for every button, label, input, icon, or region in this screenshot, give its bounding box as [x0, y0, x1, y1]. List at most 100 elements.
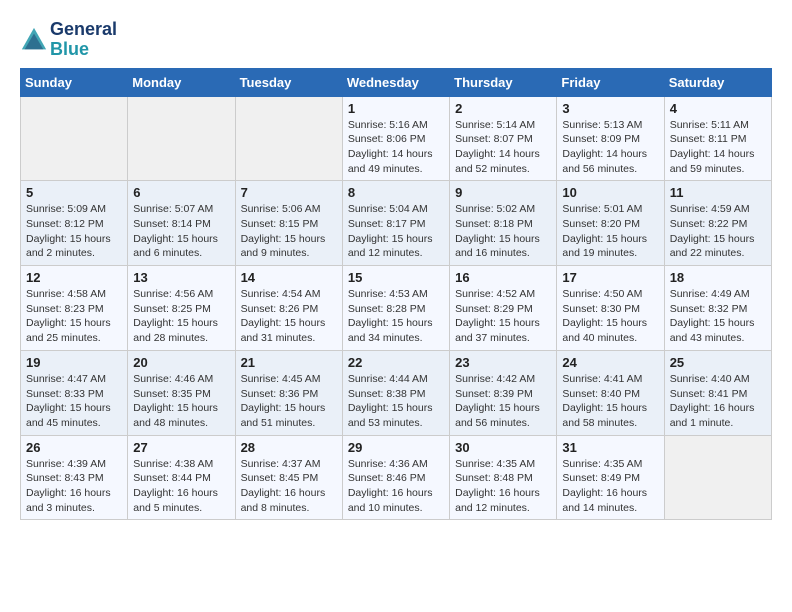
week-row-1: 1 Sunrise: 5:16 AMSunset: 8:06 PMDaylight… — [21, 96, 772, 181]
logo: GeneralBlue — [20, 20, 117, 60]
day-info: Sunrise: 4:41 AMSunset: 8:40 PMDaylight:… — [562, 372, 658, 431]
day-cell: 8 Sunrise: 5:04 AMSunset: 8:17 PMDaylight… — [342, 181, 449, 266]
weekday-row: SundayMondayTuesdayWednesdayThursdayFrid… — [21, 68, 772, 96]
day-cell — [21, 96, 128, 181]
day-cell: 1 Sunrise: 5:16 AMSunset: 8:06 PMDaylight… — [342, 96, 449, 181]
day-info: Sunrise: 4:52 AMSunset: 8:29 PMDaylight:… — [455, 287, 551, 346]
day-cell: 4 Sunrise: 5:11 AMSunset: 8:11 PMDaylight… — [664, 96, 771, 181]
day-info: Sunrise: 4:54 AMSunset: 8:26 PMDaylight:… — [241, 287, 337, 346]
day-number: 10 — [562, 185, 658, 200]
day-info: Sunrise: 5:11 AMSunset: 8:11 PMDaylight:… — [670, 118, 766, 177]
weekday-header-saturday: Saturday — [664, 68, 771, 96]
day-cell: 22Sunrise: 4:44 AMSunset: 8:38 PMDayligh… — [342, 350, 449, 435]
day-info: Sunrise: 4:42 AMSunset: 8:39 PMDaylight:… — [455, 372, 551, 431]
day-info: Sunrise: 5:01 AMSunset: 8:20 PMDaylight:… — [562, 202, 658, 261]
weekday-header-friday: Friday — [557, 68, 664, 96]
calendar-body: 1 Sunrise: 5:16 AMSunset: 8:06 PMDaylight… — [21, 96, 772, 520]
day-cell: 11 Sunrise: 4:59 AMSunset: 8:22 PMDayligh… — [664, 181, 771, 266]
day-number: 27 — [133, 440, 229, 455]
day-number: 30 — [455, 440, 551, 455]
day-cell: 16 Sunrise: 4:52 AMSunset: 8:29 PMDayligh… — [450, 266, 557, 351]
day-info: Sunrise: 4:44 AMSunset: 8:38 PMDaylight:… — [348, 372, 444, 431]
day-cell: 19 Sunrise: 4:47 AMSunset: 8:33 PMDayligh… — [21, 350, 128, 435]
day-number: 11 — [670, 185, 766, 200]
calendar-table: SundayMondayTuesdayWednesdayThursdayFrid… — [20, 68, 772, 521]
day-cell: 14 Sunrise: 4:54 AMSunset: 8:26 PMDayligh… — [235, 266, 342, 351]
day-cell: 13Sunrise: 4:56 AMSunset: 8:25 PMDayligh… — [128, 266, 235, 351]
day-info: Sunrise: 4:53 AMSunset: 8:28 PMDaylight:… — [348, 287, 444, 346]
day-cell — [128, 96, 235, 181]
day-cell: 26Sunrise: 4:39 AMSunset: 8:43 PMDayligh… — [21, 435, 128, 520]
day-number: 4 — [670, 101, 766, 116]
day-info: Sunrise: 5:06 AMSunset: 8:15 PMDaylight:… — [241, 202, 337, 261]
day-number: 23 — [455, 355, 551, 370]
day-cell: 28 Sunrise: 4:37 AMSunset: 8:45 PMDayligh… — [235, 435, 342, 520]
day-info: Sunrise: 5:13 AMSunset: 8:09 PMDaylight:… — [562, 118, 658, 177]
day-number: 31 — [562, 440, 658, 455]
weekday-header-tuesday: Tuesday — [235, 68, 342, 96]
week-row-4: 19 Sunrise: 4:47 AMSunset: 8:33 PMDayligh… — [21, 350, 772, 435]
day-info: Sunrise: 4:45 AMSunset: 8:36 PMDaylight:… — [241, 372, 337, 431]
day-number: 25 — [670, 355, 766, 370]
day-number: 18 — [670, 270, 766, 285]
day-cell: 20Sunrise: 4:46 AMSunset: 8:35 PMDayligh… — [128, 350, 235, 435]
day-info: Sunrise: 4:38 AMSunset: 8:44 PMDaylight:… — [133, 457, 229, 516]
day-cell: 15 Sunrise: 4:53 AMSunset: 8:28 PMDayligh… — [342, 266, 449, 351]
day-info: Sunrise: 5:09 AMSunset: 8:12 PMDaylight:… — [26, 202, 122, 261]
day-number: 19 — [26, 355, 122, 370]
day-number: 2 — [455, 101, 551, 116]
day-info: Sunrise: 4:37 AMSunset: 8:45 PMDaylight:… — [241, 457, 337, 516]
day-number: 14 — [241, 270, 337, 285]
page-header: GeneralBlue — [20, 20, 772, 60]
day-number: 3 — [562, 101, 658, 116]
day-number: 15 — [348, 270, 444, 285]
day-number: 28 — [241, 440, 337, 455]
day-cell: 2 Sunrise: 5:14 AMSunset: 8:07 PMDaylight… — [450, 96, 557, 181]
day-cell — [235, 96, 342, 181]
day-cell: 5 Sunrise: 5:09 AMSunset: 8:12 PMDaylight… — [21, 181, 128, 266]
day-info: Sunrise: 4:46 AMSunset: 8:35 PMDaylight:… — [133, 372, 229, 431]
day-info: Sunrise: 4:50 AMSunset: 8:30 PMDaylight:… — [562, 287, 658, 346]
logo-text: GeneralBlue — [50, 20, 117, 60]
day-number: 8 — [348, 185, 444, 200]
day-info: Sunrise: 4:47 AMSunset: 8:33 PMDaylight:… — [26, 372, 122, 431]
day-number: 9 — [455, 185, 551, 200]
day-cell: 6 Sunrise: 5:07 AMSunset: 8:14 PMDaylight… — [128, 181, 235, 266]
day-info: Sunrise: 4:56 AMSunset: 8:25 PMDaylight:… — [133, 287, 229, 346]
day-info: Sunrise: 5:02 AMSunset: 8:18 PMDaylight:… — [455, 202, 551, 261]
day-info: Sunrise: 4:36 AMSunset: 8:46 PMDaylight:… — [348, 457, 444, 516]
day-info: Sunrise: 4:35 AMSunset: 8:49 PMDaylight:… — [562, 457, 658, 516]
day-cell: 30 Sunrise: 4:35 AMSunset: 8:48 PMDayligh… — [450, 435, 557, 520]
day-cell: 7 Sunrise: 5:06 AMSunset: 8:15 PMDaylight… — [235, 181, 342, 266]
weekday-header-wednesday: Wednesday — [342, 68, 449, 96]
day-number: 24 — [562, 355, 658, 370]
day-cell: 27 Sunrise: 4:38 AMSunset: 8:44 PMDayligh… — [128, 435, 235, 520]
weekday-header-thursday: Thursday — [450, 68, 557, 96]
day-number: 21 — [241, 355, 337, 370]
day-info: Sunrise: 5:04 AMSunset: 8:17 PMDaylight:… — [348, 202, 444, 261]
day-info: Sunrise: 5:14 AMSunset: 8:07 PMDaylight:… — [455, 118, 551, 177]
day-info: Sunrise: 5:16 AMSunset: 8:06 PMDaylight:… — [348, 118, 444, 177]
day-cell: 29 Sunrise: 4:36 AMSunset: 8:46 PMDayligh… — [342, 435, 449, 520]
day-number: 5 — [26, 185, 122, 200]
day-info: Sunrise: 4:59 AMSunset: 8:22 PMDaylight:… — [670, 202, 766, 261]
logo-icon — [20, 26, 48, 54]
day-number: 7 — [241, 185, 337, 200]
day-cell: 10 Sunrise: 5:01 AMSunset: 8:20 PMDayligh… — [557, 181, 664, 266]
week-row-5: 26Sunrise: 4:39 AMSunset: 8:43 PMDayligh… — [21, 435, 772, 520]
day-cell: 24 Sunrise: 4:41 AMSunset: 8:40 PMDayligh… — [557, 350, 664, 435]
day-info: Sunrise: 4:49 AMSunset: 8:32 PMDaylight:… — [670, 287, 766, 346]
day-number: 16 — [455, 270, 551, 285]
day-info: Sunrise: 4:35 AMSunset: 8:48 PMDaylight:… — [455, 457, 551, 516]
day-info: Sunrise: 4:58 AMSunset: 8:23 PMDaylight:… — [26, 287, 122, 346]
weekday-header-sunday: Sunday — [21, 68, 128, 96]
day-number: 1 — [348, 101, 444, 116]
day-info: Sunrise: 4:40 AMSunset: 8:41 PMDaylight:… — [670, 372, 766, 431]
day-info: Sunrise: 5:07 AMSunset: 8:14 PMDaylight:… — [133, 202, 229, 261]
day-cell: 25 Sunrise: 4:40 AMSunset: 8:41 PMDayligh… — [664, 350, 771, 435]
day-number: 29 — [348, 440, 444, 455]
day-number: 26 — [26, 440, 122, 455]
day-cell: 31 Sunrise: 4:35 AMSunset: 8:49 PMDayligh… — [557, 435, 664, 520]
day-number: 6 — [133, 185, 229, 200]
calendar-header: SundayMondayTuesdayWednesdayThursdayFrid… — [21, 68, 772, 96]
